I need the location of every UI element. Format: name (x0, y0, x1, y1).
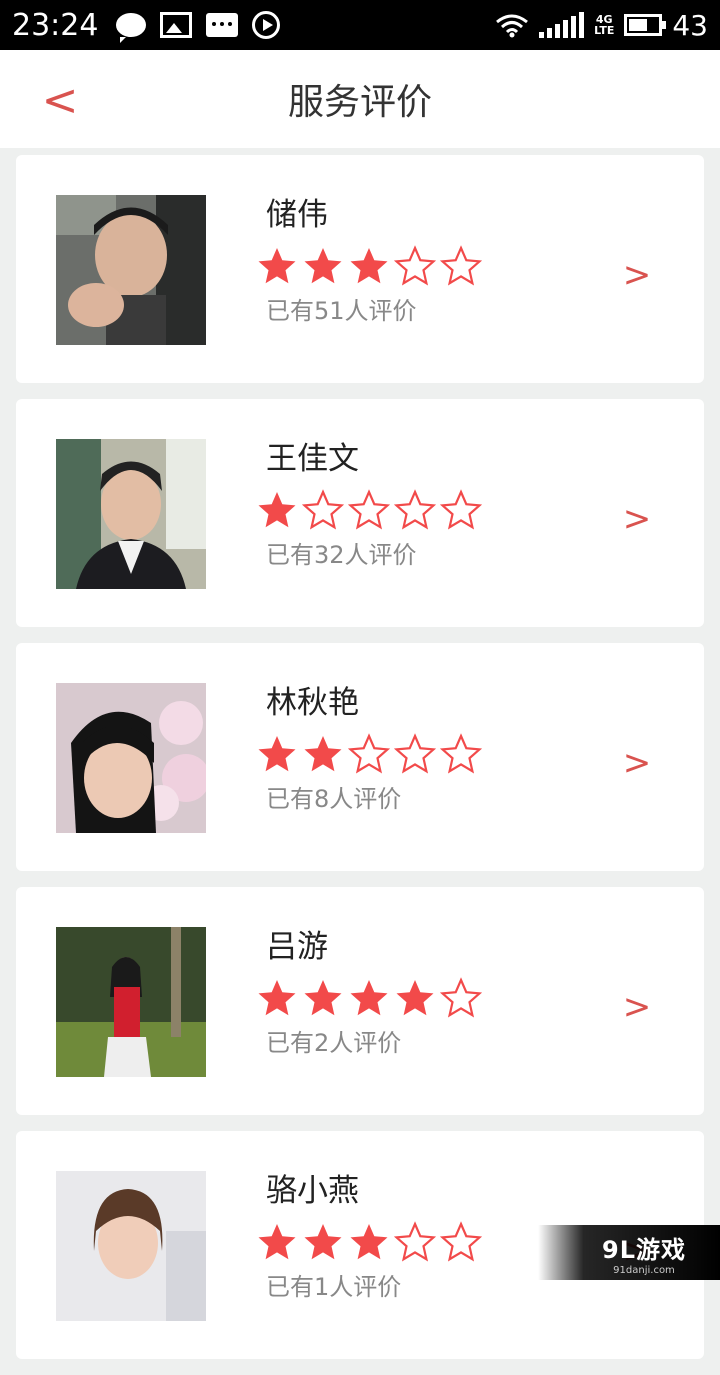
review-count: 已有2人评价 (266, 1029, 402, 1057)
rating-stars (256, 489, 482, 531)
star-empty-icon (348, 489, 390, 530)
star-empty-icon (394, 733, 436, 774)
star-filled-icon (258, 248, 296, 284)
reviewer-card[interactable]: 林秋艳已有8人评价 > (16, 643, 704, 871)
rating-stars (256, 1221, 482, 1263)
star-filled-icon (350, 980, 388, 1016)
wifi-icon (496, 14, 529, 38)
chevron-right-icon[interactable]: > (622, 987, 652, 1027)
battery-icon (624, 14, 667, 36)
star-empty-icon (394, 489, 436, 530)
play-icon (252, 11, 281, 39)
reviewer-list: 储伟已有51人评价 > 王佳文已有32人评价 > 林秋艳已有8人评价 > 吕游已有2人评价 >… (16, 155, 704, 1375)
reviewer-name: 林秋艳 (266, 685, 359, 721)
star-empty-icon (440, 977, 482, 1018)
rating-stars (256, 733, 482, 775)
message-icon (116, 13, 147, 43)
star-empty-icon (440, 245, 482, 286)
chat-icon (206, 13, 239, 37)
avatar (56, 927, 206, 1077)
star-empty-icon (348, 733, 390, 774)
network-type: 4G LTE (594, 13, 615, 37)
star-empty-icon (302, 489, 344, 530)
star-filled-icon (258, 492, 296, 528)
title-bar: < 服务评价 (0, 50, 720, 148)
star-filled-icon (304, 980, 342, 1016)
review-count: 已有51人评价 (266, 297, 417, 325)
star-filled-icon (258, 1224, 296, 1260)
status-time: 23:24 (12, 7, 99, 43)
star-filled-icon (396, 980, 434, 1016)
star-empty-icon (440, 1221, 482, 1262)
page-title: 服务评价 (287, 82, 432, 123)
chevron-right-icon[interactable]: > (622, 743, 652, 783)
battery-level: 43 (672, 8, 708, 42)
reviewer-name: 王佳文 (266, 441, 359, 477)
image-icon (160, 12, 193, 38)
star-filled-icon (304, 736, 342, 772)
reviewer-card[interactable]: 吕游已有2人评价 > (16, 887, 704, 1115)
star-filled-icon (304, 248, 342, 284)
star-empty-icon (394, 1221, 436, 1262)
avatar (56, 683, 206, 833)
chevron-right-icon[interactable]: > (622, 499, 652, 539)
star-empty-icon (440, 733, 482, 774)
reviewer-card[interactable]: 王佳文已有32人评价 > (16, 399, 704, 627)
review-count: 已有32人评价 (266, 541, 417, 569)
reviewer-card[interactable]: 储伟已有51人评价 > (16, 155, 704, 383)
watermark-url: 91danji.com (613, 1264, 675, 1276)
system-icons: 4G LTE 43 (495, 9, 708, 42)
reviewer-name: 吕游 (266, 929, 328, 965)
signal-icon (539, 12, 585, 38)
star-filled-icon (304, 1224, 342, 1260)
star-filled-icon (258, 980, 296, 1016)
rating-stars (256, 977, 482, 1019)
site-watermark: 9L游戏 91danji.com (538, 1225, 720, 1280)
reviewer-name: 储伟 (266, 197, 328, 233)
star-filled-icon (350, 1224, 388, 1260)
star-filled-icon (258, 736, 296, 772)
star-filled-icon (350, 248, 388, 284)
review-count: 已有1人评价 (266, 1273, 402, 1301)
avatar (56, 1171, 206, 1321)
notification-icons (116, 11, 281, 43)
star-empty-icon (440, 489, 482, 530)
reviewer-name: 骆小燕 (266, 1173, 359, 1209)
avatar (56, 195, 206, 345)
review-count: 已有8人评价 (266, 785, 402, 813)
rating-stars (256, 245, 482, 287)
chevron-right-icon[interactable]: > (622, 255, 652, 295)
avatar (56, 439, 206, 589)
status-bar: 23:24 4G LTE 43 (0, 0, 720, 50)
star-empty-icon (394, 245, 436, 286)
watermark-logo: 9L游戏 (602, 1235, 686, 1264)
